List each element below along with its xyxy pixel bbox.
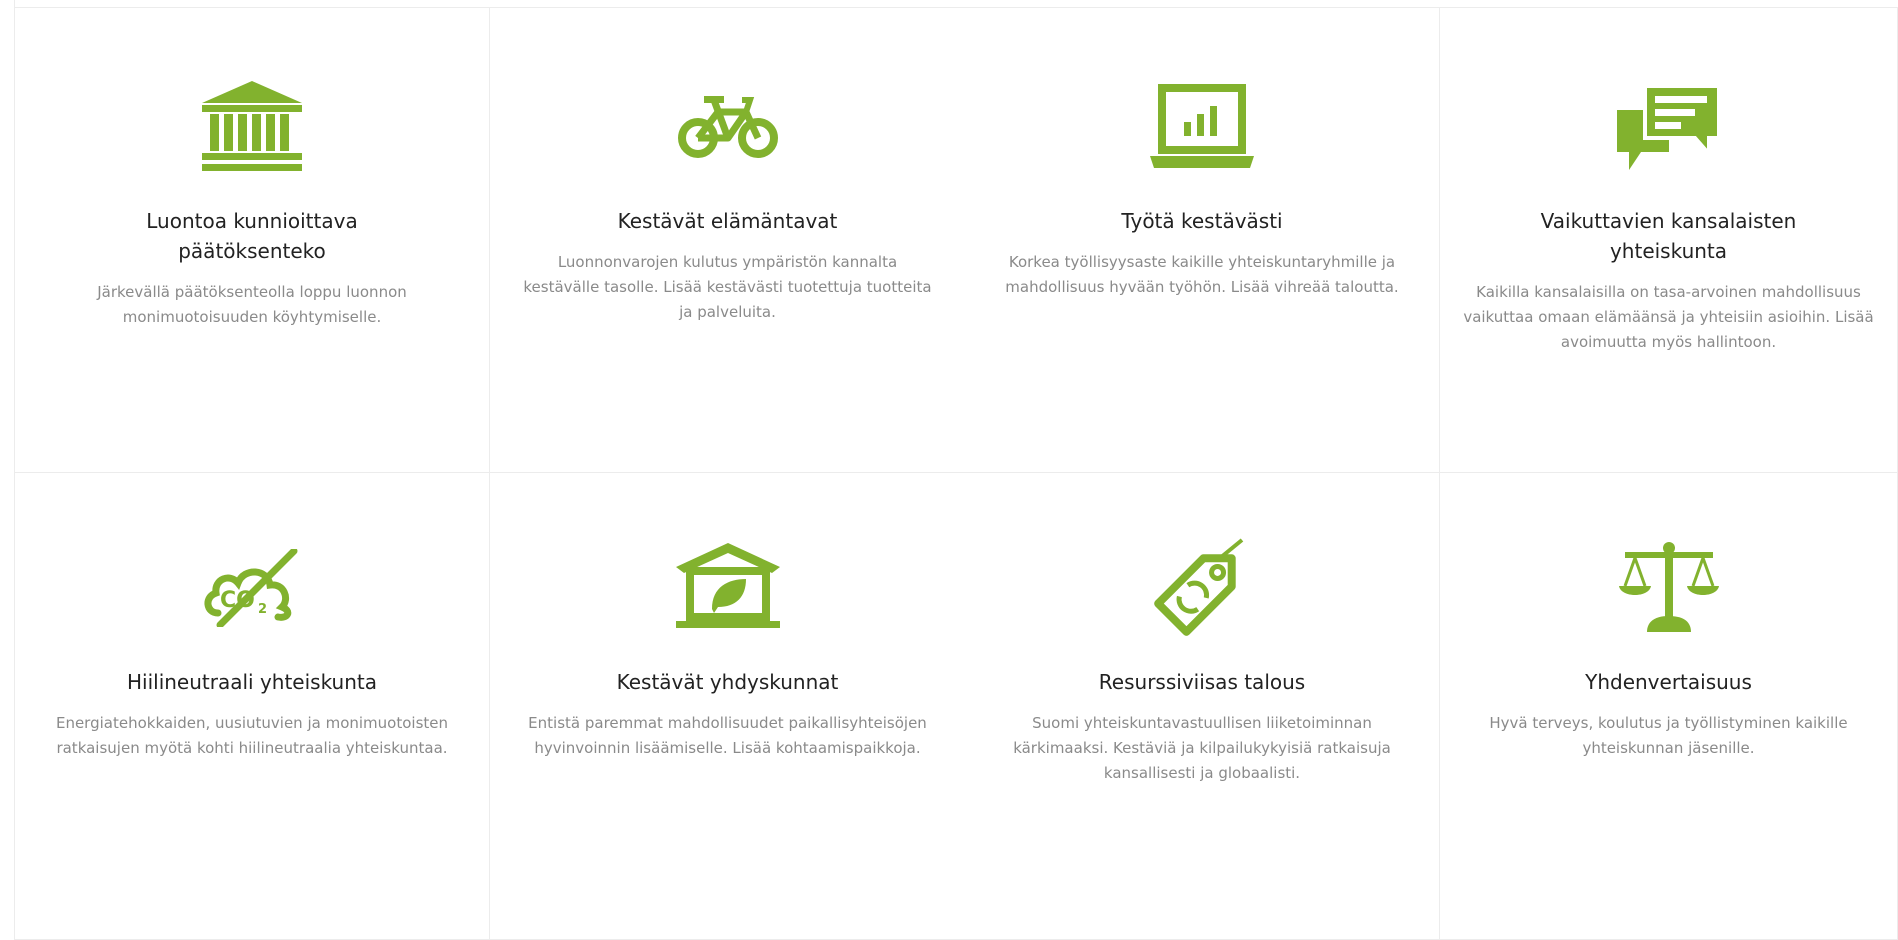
card-text: Luonnonvarojen kulutus ympäristön kannal… [523,253,932,321]
card-text: Energiatehokkaiden, uusiutuvien ja monim… [55,714,449,757]
card-text: Kaikilla kansalaisilla on tasa-arvoinen … [1463,283,1874,351]
card-text: Entistä paremmat mahdollisuudet paikalli… [528,714,927,757]
goal-card-equality: Yhdenvertaisuus Hyvä terveys, koulutus j… [1440,473,1898,940]
laptop-chart-icon [1150,76,1254,178]
co2-cloud-crossed-icon: CO 2 [200,537,304,639]
scales-icon [1617,537,1721,639]
card-title: Luontoa kunnioittava päätöksenteko [146,209,358,263]
card-title: Yhdenvertaisuus [1585,670,1752,694]
card-title: Resurssiviisas talous [1098,670,1306,694]
goal-card-citizens: Vaikuttavien kansalaisten yhteiskunta Ka… [1440,8,1898,473]
card-title: Työtä kestävästi [1121,209,1283,233]
goal-card-resource-wise: Resurssiviisas talous Suomi yhteiskuntav… [965,473,1440,940]
card-text: Hyvä terveys, koulutus ja työllistyminen… [1489,714,1848,757]
recycle-tag-icon [1150,537,1254,639]
goal-card-lifestyles: Kestävät elämäntavat Luonnonvarojen kulu… [490,8,965,473]
bicycle-icon [676,76,780,178]
card-title: Hiilineutraali yhteiskunta [126,670,378,694]
grid-top-strip [15,0,1898,8]
chat-bubbles-icon [1616,76,1721,178]
goal-card-carbon-neutral: CO 2 Hiilineutraali yhteiskunta Energiat… [15,473,490,940]
card-title: Kestävät yhdyskunnat [616,670,839,694]
bank-building-icon [200,76,304,178]
card-title: Kestävät elämäntavat [617,209,838,233]
card-text: Korkea työllisyysaste kaikille yhteiskun… [1005,253,1399,296]
house-leaf-icon [675,537,780,639]
goal-card-communities: Kestävät yhdyskunnat Entistä paremmat ma… [490,473,965,940]
card-text: Järkevällä päätöksenteolla loppu luonnon… [97,283,407,326]
goal-card-work: Työtä kestävästi Korkea työllisyysaste k… [965,8,1440,473]
goals-grid: Luontoa kunnioittava päätöksenteko Järke… [0,0,1898,940]
card-title: Vaikuttavien kansalaisten yhteiskunta [1540,209,1797,263]
svg-text:2: 2 [258,602,267,617]
goal-card-decision-making: Luontoa kunnioittava päätöksenteko Järke… [15,8,490,473]
card-text: Suomi yhteiskuntavastuullisen liiketoimi… [1013,714,1391,782]
grid-left-edge [0,0,15,940]
